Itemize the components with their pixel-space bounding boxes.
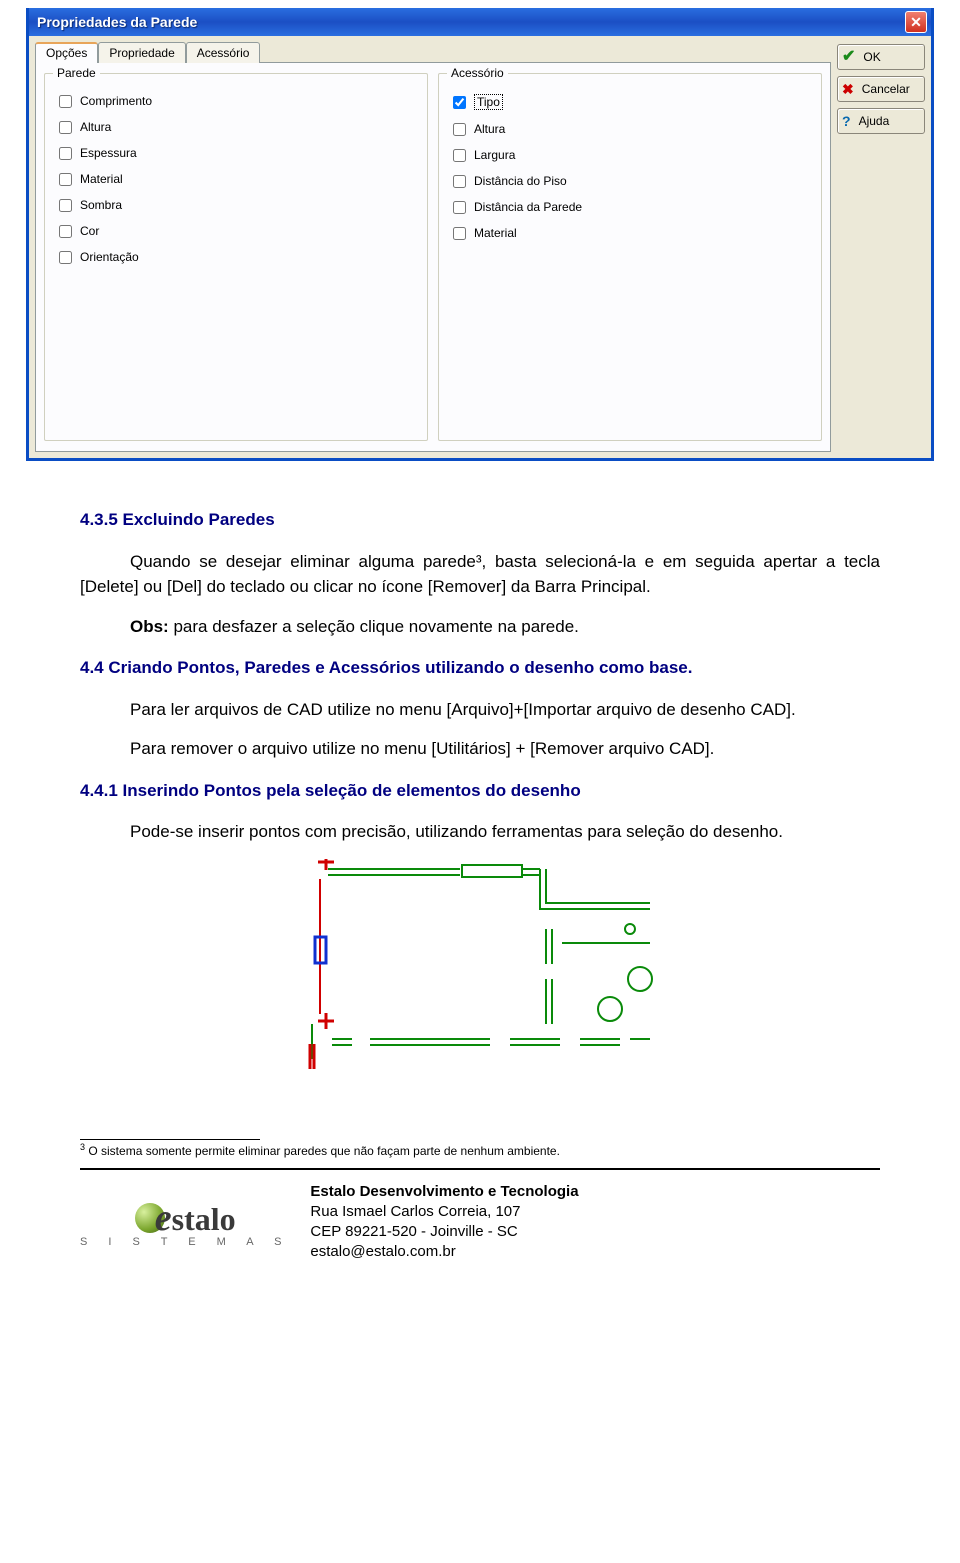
footnote: 3 O sistema somente permite eliminar par… bbox=[0, 1142, 960, 1162]
check-sombra[interactable]: Sombra bbox=[59, 198, 417, 212]
logo-subtitle: S I S T E M A S bbox=[80, 1236, 290, 1248]
checkbox-material-aces[interactable] bbox=[453, 227, 466, 240]
properties-dialog: Propriedades da Parede ✕ Opções Propried… bbox=[26, 8, 934, 461]
label-material-aces: Material bbox=[474, 226, 517, 240]
paragraph-inserir: Pode-se inserir pontos com precisão, uti… bbox=[80, 819, 880, 845]
check-dist-piso[interactable]: Distância do Piso bbox=[453, 174, 811, 188]
obs-text: para desfazer a seleção clique novamente… bbox=[169, 617, 579, 636]
label-tipo: Tipo bbox=[474, 94, 503, 110]
titlebar[interactable]: Propriedades da Parede ✕ bbox=[29, 8, 931, 36]
label-material-parede: Material bbox=[80, 172, 123, 186]
logo-main: e stalo bbox=[135, 1196, 236, 1240]
check-material-aces[interactable]: Material bbox=[453, 226, 811, 240]
footer-text: Estalo Desenvolvimento e Tecnologia Rua … bbox=[310, 1182, 578, 1263]
label-sombra: Sombra bbox=[80, 198, 122, 212]
checkbox-dist-parede[interactable] bbox=[453, 201, 466, 214]
cad-illustration bbox=[80, 859, 880, 1069]
group-parede: Parede Comprimento Altura Espessura bbox=[44, 73, 428, 441]
tab-panel: Opções Propriedade Acessório Parede Comp… bbox=[35, 42, 831, 452]
group-parede-title: Parede bbox=[53, 66, 100, 80]
check-espessura[interactable]: Espessura bbox=[59, 146, 417, 160]
checkbox-cor[interactable] bbox=[59, 225, 72, 238]
checkbox-altura-aces[interactable] bbox=[453, 123, 466, 136]
label-largura: Largura bbox=[474, 148, 515, 162]
check-icon: ✔ bbox=[842, 49, 855, 65]
paragraph-cad1: Para ler arquivos de CAD utilize no menu… bbox=[80, 697, 880, 723]
cad-drawing-svg bbox=[300, 859, 660, 1069]
page-footer: e stalo S I S T E M A S Estalo Desenvolv… bbox=[0, 1170, 960, 1273]
ok-label: OK bbox=[863, 50, 880, 64]
check-altura-parede[interactable]: Altura bbox=[59, 120, 417, 134]
checkbox-altura-parede[interactable] bbox=[59, 121, 72, 134]
heading-4-3-5: 4.3.5 Excluindo Paredes bbox=[80, 507, 880, 533]
label-orientacao: Orientação bbox=[80, 250, 139, 264]
check-cor[interactable]: Cor bbox=[59, 224, 417, 238]
check-dist-parede[interactable]: Distância da Parede bbox=[453, 200, 811, 214]
label-comprimento: Comprimento bbox=[80, 94, 152, 108]
check-orientacao[interactable]: Orientação bbox=[59, 250, 417, 264]
document-body: 4.3.5 Excluindo Paredes Quando se deseja… bbox=[0, 461, 960, 1109]
titlebar-text: Propriedades da Parede bbox=[37, 14, 197, 30]
checkbox-espessura[interactable] bbox=[59, 147, 72, 160]
estalo-logo: e stalo S I S T E M A S bbox=[80, 1196, 290, 1248]
label-cor: Cor bbox=[80, 224, 99, 238]
checkbox-orientacao[interactable] bbox=[59, 251, 72, 264]
heading-4-4: 4.4 Criando Pontos, Paredes e Acessórios… bbox=[80, 655, 880, 681]
tab-acessorio[interactable]: Acessório bbox=[186, 42, 261, 63]
logo-e: e bbox=[155, 1196, 172, 1240]
checkbox-comprimento[interactable] bbox=[59, 95, 72, 108]
label-altura-parede: Altura bbox=[80, 120, 111, 134]
help-icon: ? bbox=[842, 114, 851, 128]
check-largura[interactable]: Largura bbox=[453, 148, 811, 162]
close-icon: ✕ bbox=[910, 14, 922, 31]
checkbox-sombra[interactable] bbox=[59, 199, 72, 212]
dialog-body: Opções Propriedade Acessório Parede Comp… bbox=[29, 36, 931, 452]
label-dist-piso: Distância do Piso bbox=[474, 174, 567, 188]
footer-line1: Estalo Desenvolvimento e Tecnologia bbox=[310, 1182, 578, 1202]
footnote-text: O sistema somente permite eliminar pared… bbox=[85, 1144, 560, 1158]
label-dist-parede: Distância da Parede bbox=[474, 200, 582, 214]
checkbox-dist-piso[interactable] bbox=[453, 175, 466, 188]
check-altura-aces[interactable]: Altura bbox=[453, 122, 811, 136]
paragraph-excluir: Quando se desejar eliminar alguma parede… bbox=[80, 549, 880, 600]
obs-label: Obs: bbox=[130, 617, 169, 636]
close-button[interactable]: ✕ bbox=[905, 11, 927, 33]
group-acessorio-title: Acessório bbox=[447, 66, 508, 80]
cancel-label: Cancelar bbox=[862, 82, 910, 96]
x-icon: ✖ bbox=[842, 82, 854, 96]
footnote-rule bbox=[80, 1139, 260, 1140]
checkbox-material-parede[interactable] bbox=[59, 173, 72, 186]
label-altura-aces: Altura bbox=[474, 122, 505, 136]
paragraph-obs: Obs: para desfazer a seleção clique nova… bbox=[80, 614, 880, 640]
check-comprimento[interactable]: Comprimento bbox=[59, 94, 417, 108]
footer-line2: Rua Ismael Carlos Correia, 107 bbox=[310, 1202, 578, 1222]
ok-button[interactable]: ✔ OK bbox=[837, 44, 925, 70]
footer-line4: estalo@estalo.com.br bbox=[310, 1242, 578, 1262]
help-label: Ajuda bbox=[859, 114, 890, 128]
tab-opcoes[interactable]: Opções bbox=[35, 42, 98, 63]
footer-line3: CEP 89221-520 - Joinville - SC bbox=[310, 1222, 578, 1242]
tab-content: Parede Comprimento Altura Espessura bbox=[35, 62, 831, 452]
heading-4-4-1: 4.4.1 Inserindo Pontos pela seleção de e… bbox=[80, 778, 880, 804]
tab-propriedade[interactable]: Propriedade bbox=[98, 42, 185, 63]
group-acessorio: Acessório Tipo Altura Largura bbox=[438, 73, 822, 441]
dialog-buttons: ✔ OK ✖ Cancelar ? Ajuda bbox=[837, 42, 925, 452]
checkbox-tipo[interactable] bbox=[453, 96, 466, 109]
cancel-button[interactable]: ✖ Cancelar bbox=[837, 76, 925, 102]
check-material-parede[interactable]: Material bbox=[59, 172, 417, 186]
paragraph-cad2: Para remover o arquivo utilize no menu [… bbox=[80, 736, 880, 762]
logo-stalo: stalo bbox=[172, 1201, 236, 1238]
check-tipo[interactable]: Tipo bbox=[453, 94, 811, 110]
tab-strip: Opções Propriedade Acessório bbox=[35, 42, 831, 63]
label-espessura: Espessura bbox=[80, 146, 137, 160]
checkbox-largura[interactable] bbox=[453, 149, 466, 162]
help-button[interactable]: ? Ajuda bbox=[837, 108, 925, 134]
